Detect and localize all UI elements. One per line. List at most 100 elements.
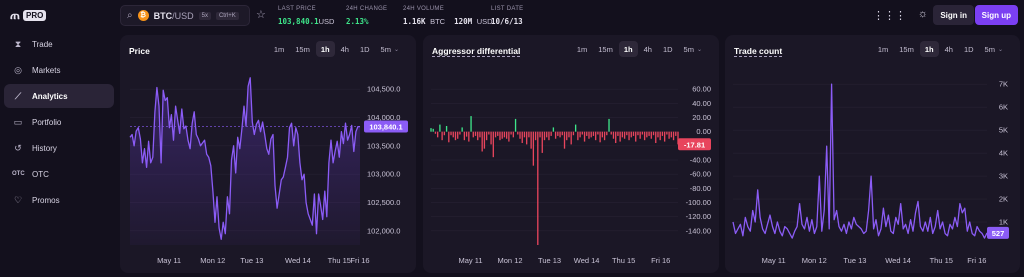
bar bbox=[532, 131, 535, 166]
sidebar-item-promos[interactable]: ♡ Promos bbox=[4, 188, 114, 212]
bar bbox=[574, 124, 577, 132]
sidebar-item-portfolio[interactable]: ▭ Portfolio bbox=[4, 110, 114, 134]
bar bbox=[675, 131, 677, 136]
bar bbox=[530, 131, 532, 149]
y-tick-label: -60.00 bbox=[690, 170, 711, 179]
bar bbox=[630, 131, 632, 138]
bar bbox=[672, 131, 675, 141]
y-tick-label: 102,500.0 bbox=[367, 198, 400, 207]
list-date-value: 10/6/13 bbox=[491, 17, 523, 26]
sidebar-item-analytics[interactable]: ⟋ Analytics bbox=[4, 84, 114, 108]
bar bbox=[588, 131, 590, 139]
bar bbox=[632, 131, 635, 136]
bar bbox=[554, 131, 557, 139]
logo-pro-badge: PRO bbox=[22, 10, 47, 21]
bar bbox=[432, 128, 434, 132]
bar bbox=[452, 131, 454, 138]
bar bbox=[528, 131, 530, 138]
bar bbox=[439, 124, 441, 132]
bar bbox=[661, 131, 664, 136]
bar bbox=[537, 131, 539, 245]
bar bbox=[617, 131, 619, 136]
bar bbox=[543, 131, 546, 141]
bar bbox=[592, 131, 595, 136]
bar bbox=[579, 131, 581, 138]
y-tick-label: 7K bbox=[999, 80, 1008, 89]
sign-in-button[interactable]: Sign in bbox=[933, 5, 974, 25]
y-tick-label: 3K bbox=[999, 172, 1008, 181]
history-icon: ↺ bbox=[14, 142, 22, 153]
chart-svg[interactable]: 104,500.0104,000.0103,500.0103,000.0102,… bbox=[120, 35, 416, 273]
y-tick-label: -120.00 bbox=[686, 212, 711, 221]
bar bbox=[668, 131, 670, 139]
pair-selector[interactable]: ⌕ ₿ BTC/USD 5x Ctrl+K bbox=[120, 5, 250, 26]
x-tick-label: Thu 15 bbox=[930, 256, 953, 265]
bar bbox=[517, 131, 519, 135]
x-tick-label: Tue 13 bbox=[843, 256, 866, 265]
chart-svg[interactable]: 7K 6K 5K 4K 3K 2K 1K May 11 Mon 12 Tue 13 Wed 14 Th… bbox=[725, 35, 1020, 273]
apps-grid-icon[interactable]: ⋮⋮⋮ bbox=[873, 9, 906, 22]
sidebar: ⧗ Trade ◎ Markets ⟋ Analytics ▭ Portfolio ↺ Histo… bbox=[0, 30, 118, 214]
bar bbox=[519, 131, 521, 139]
bar bbox=[472, 131, 474, 138]
bar bbox=[621, 131, 624, 138]
x-tick-label: May 11 bbox=[157, 256, 181, 265]
bar bbox=[590, 131, 592, 138]
btc-coin-icon: ₿ bbox=[137, 10, 149, 21]
bar bbox=[483, 131, 486, 149]
last-price-value: 103,840.1 bbox=[278, 17, 319, 26]
x-tick-label: Mon 12 bbox=[802, 256, 827, 265]
bar bbox=[603, 131, 606, 141]
bar bbox=[610, 131, 612, 135]
sidebar-item-history[interactable]: ↺ History bbox=[4, 136, 114, 160]
bar bbox=[595, 131, 597, 141]
bar bbox=[434, 131, 437, 134]
bar bbox=[666, 131, 668, 135]
bar bbox=[492, 131, 494, 158]
sidebar-item-otc[interactable]: OTC OTC bbox=[4, 162, 114, 186]
bar bbox=[559, 131, 561, 138]
sidebar-item-trade[interactable]: ⧗ Trade bbox=[4, 32, 114, 56]
bar bbox=[639, 131, 641, 139]
bar bbox=[637, 131, 639, 136]
bar bbox=[541, 131, 543, 153]
bar bbox=[670, 131, 672, 138]
pair-name: BTC/USD bbox=[153, 10, 194, 21]
bar bbox=[510, 131, 512, 135]
bar bbox=[619, 131, 621, 142]
bar bbox=[499, 131, 501, 141]
bar bbox=[657, 131, 659, 138]
bar bbox=[461, 127, 463, 132]
bar bbox=[485, 131, 488, 141]
x-tick-label: Fri 16 bbox=[350, 256, 369, 265]
sign-up-button[interactable]: Sign up bbox=[974, 5, 1018, 25]
favorite-star-icon[interactable]: ☆ bbox=[256, 8, 266, 21]
x-tick-label: Tue 13 bbox=[538, 256, 561, 265]
bar bbox=[606, 131, 608, 136]
logo[interactable]: ጠ PRO bbox=[10, 8, 47, 23]
bar bbox=[534, 131, 537, 141]
trade-count-chart-panel: Trade count 1m 15m 1h 4h 1D 5m ⌄ 7K 6K 5K 4K 3K 2K 1… bbox=[725, 35, 1020, 273]
portfolio-icon: ▭ bbox=[13, 116, 23, 127]
sidebar-item-markets[interactable]: ◎ Markets bbox=[4, 58, 114, 82]
sidebar-item-label: Analytics bbox=[32, 91, 68, 101]
bar bbox=[583, 131, 586, 142]
bar bbox=[503, 131, 506, 138]
bar bbox=[599, 131, 601, 143]
bar bbox=[450, 131, 452, 136]
current-value-label: 527 bbox=[992, 229, 1005, 238]
y-tick-label: -40.00 bbox=[690, 156, 711, 165]
y-tick-label: -100.00 bbox=[686, 198, 711, 207]
y-tick-label: 20.00 bbox=[692, 113, 711, 122]
bar bbox=[437, 131, 439, 138]
x-tick-label: Wed 14 bbox=[285, 256, 311, 265]
search-icon: ⌕ bbox=[127, 10, 133, 21]
bar bbox=[443, 131, 446, 136]
chart-svg[interactable]: 60.0040.0020.000.00-20.00-40.00-60.00-80… bbox=[423, 35, 719, 273]
otc-icon: OTC bbox=[12, 171, 25, 177]
y-tick-label: 4K bbox=[999, 149, 1008, 158]
bar bbox=[459, 131, 461, 135]
bar bbox=[521, 131, 523, 143]
x-tick-label: Mon 12 bbox=[498, 256, 523, 265]
theme-toggle-icon[interactable]: ☼ bbox=[918, 8, 928, 20]
